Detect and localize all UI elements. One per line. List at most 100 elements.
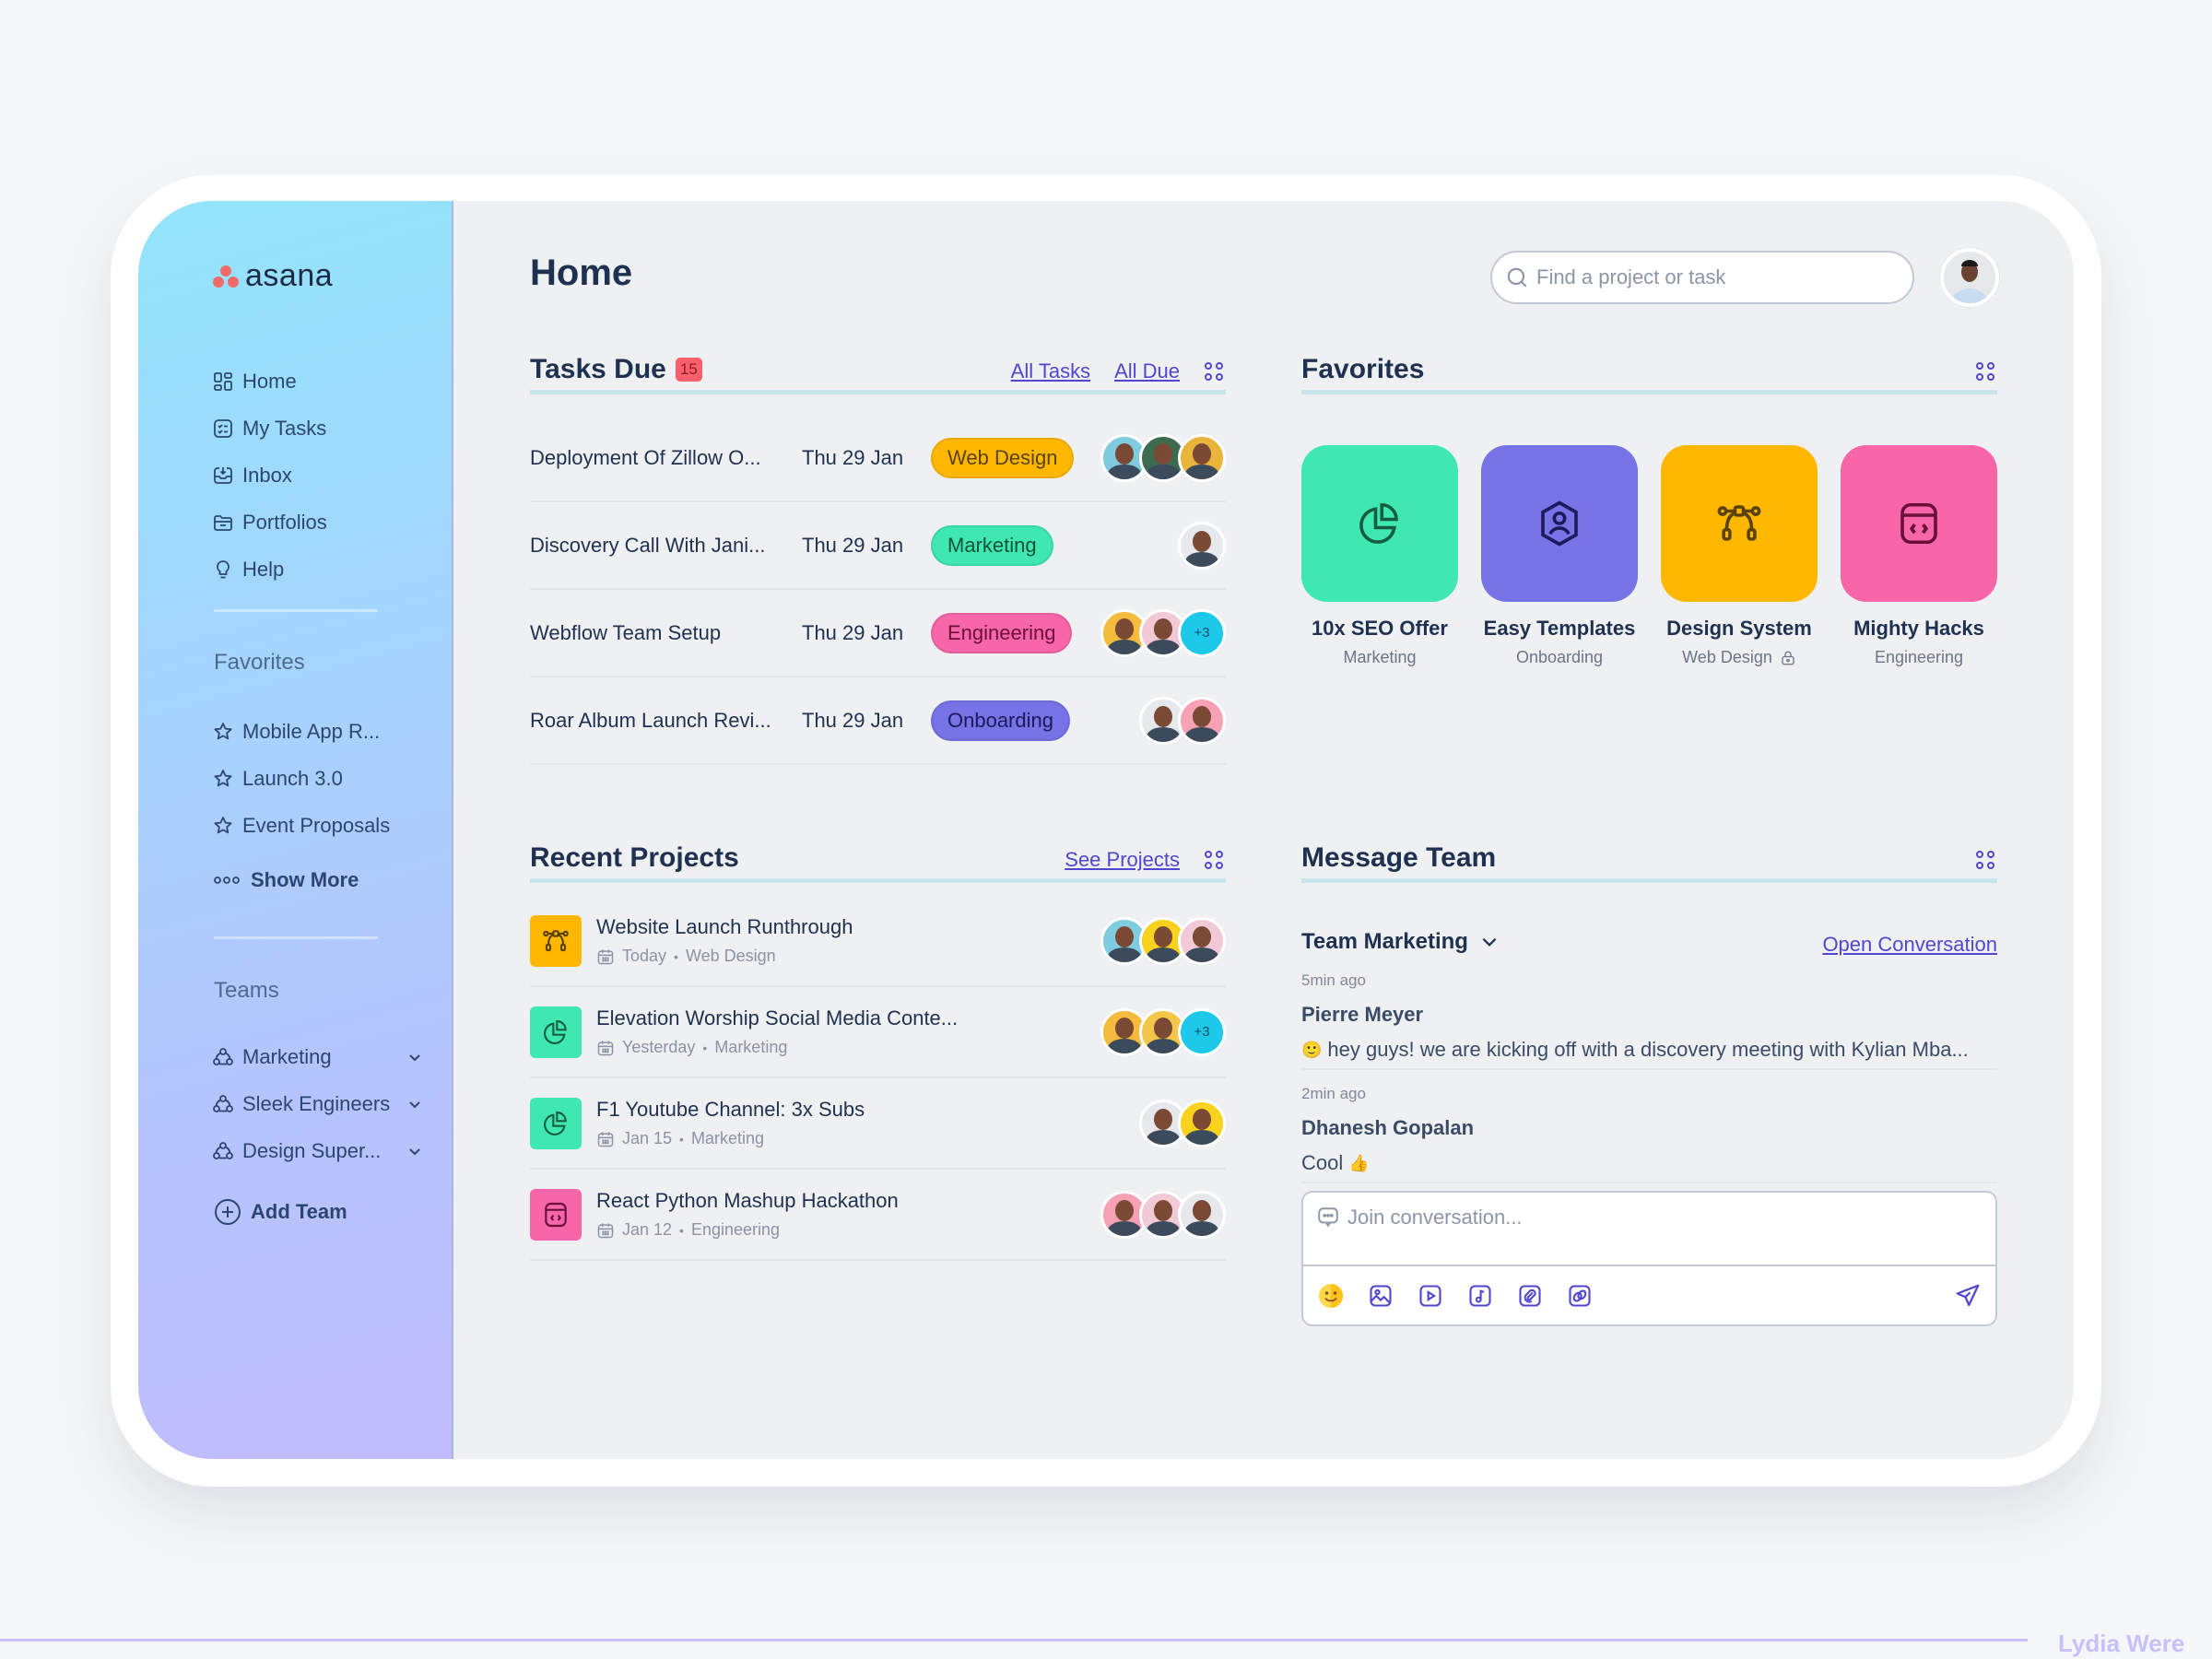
- sidebar-favorite-item[interactable]: Launch 3.0: [212, 755, 390, 802]
- task-tag[interactable]: Engineering: [931, 612, 1073, 653]
- show-more-label: Show More: [251, 868, 359, 891]
- task-row[interactable]: Roar Album Launch Revi... Thu 29 Jan Onb…: [530, 677, 1226, 765]
- all-due-link[interactable]: All Due: [1114, 359, 1180, 383]
- teams-section-label: Teams: [214, 978, 279, 1003]
- add-team-label: Add Team: [251, 1200, 347, 1223]
- drag-handle-icon[interactable]: [1975, 361, 1995, 382]
- composer-input-area[interactable]: [1303, 1193, 1995, 1266]
- chevron-down-icon: [1482, 937, 1497, 947]
- favorites-header: Favorites: [1301, 348, 1997, 394]
- composer-toolbar: [1316, 1280, 1983, 1312]
- asana-logo[interactable]: asana: [212, 258, 333, 294]
- team-selector-dropdown[interactable]: Team Marketing: [1301, 929, 1500, 955]
- tasks-due-title-text: Tasks Due: [530, 354, 666, 384]
- favorite-card[interactable]: 10x SEO Offer Marketing: [1301, 445, 1458, 667]
- task-tag[interactable]: Marketing: [931, 524, 1053, 566]
- task-row[interactable]: Deployment Of Zillow O... Thu 29 Jan Web…: [530, 415, 1226, 502]
- favorite-card[interactable]: Design System Web Design: [1661, 445, 1818, 667]
- composer-input[interactable]: [1347, 1206, 1900, 1230]
- inbox-icon: [214, 466, 232, 484]
- more-members-avatar[interactable]: +3: [1178, 608, 1226, 657]
- video-button[interactable]: [1416, 1281, 1445, 1311]
- sidebar-team-item[interactable]: Marketing: [212, 1033, 424, 1080]
- message-team-title: Message Team: [1301, 842, 1497, 873]
- add-team-button[interactable]: Add Team: [214, 1198, 347, 1226]
- attachment-button[interactable]: [1515, 1281, 1545, 1311]
- sidebar-team-item[interactable]: Design Super...: [212, 1127, 424, 1174]
- show-more-button[interactable]: Show More: [214, 868, 359, 892]
- link-icon: [1569, 1285, 1591, 1307]
- message-body: Cool: [1301, 1151, 1344, 1174]
- favorite-card[interactable]: Easy Templates Onboarding: [1481, 445, 1638, 667]
- message-time: 2min ago: [1301, 1085, 1366, 1102]
- task-name: Roar Album Launch Revi...: [530, 708, 771, 732]
- avatar[interactable]: [1178, 521, 1226, 570]
- sidebar-favorite-item[interactable]: Event Proposals: [212, 802, 390, 849]
- sidebar-item-my-tasks[interactable]: My Tasks: [212, 405, 327, 452]
- task-tag[interactable]: Onboarding: [931, 700, 1070, 741]
- link-button[interactable]: [1565, 1281, 1594, 1311]
- sidebar-item-label: Portfolios: [242, 510, 327, 534]
- favorite-tile: [1661, 445, 1818, 602]
- task-row[interactable]: Webflow Team Setup Thu 29 Jan Engineerin…: [530, 590, 1226, 677]
- search-bar[interactable]: [1490, 251, 1914, 304]
- user-avatar[interactable]: [1940, 248, 1999, 307]
- favorite-team: Onboarding: [1481, 648, 1638, 667]
- drag-handle-icon[interactable]: [1975, 850, 1995, 870]
- avatar[interactable]: [1178, 433, 1226, 482]
- favorite-tile: [1841, 445, 1997, 602]
- favorite-card[interactable]: Mighty Hacks Engineering: [1841, 445, 1997, 667]
- task-assignees: [1139, 696, 1226, 745]
- sidebar-item-portfolios[interactable]: Portfolios: [212, 499, 327, 546]
- drag-handle-icon[interactable]: [1204, 850, 1224, 870]
- favorite-team: Marketing: [1301, 648, 1458, 667]
- sidebar-item-home[interactable]: Home: [212, 358, 327, 405]
- image-button[interactable]: [1366, 1281, 1395, 1311]
- chevron-down-icon[interactable]: [406, 1142, 424, 1160]
- project-row[interactable]: Website Launch Runthrough Today • Web De…: [530, 896, 1226, 987]
- avatar[interactable]: [1178, 1099, 1226, 1147]
- favorites-title: Favorites: [1301, 354, 1425, 384]
- message-time: 5min ago: [1301, 971, 1366, 989]
- music-button[interactable]: [1465, 1281, 1495, 1311]
- calendar-icon: [597, 1223, 614, 1238]
- sidebar-favorite-item[interactable]: Mobile App R...: [212, 708, 390, 755]
- project-members: +3: [1100, 1007, 1226, 1056]
- open-conversation-link[interactable]: Open Conversation: [1822, 933, 1997, 957]
- see-projects-link[interactable]: See Projects: [1065, 848, 1180, 872]
- message-author: Dhanesh Gopalan: [1301, 1116, 1475, 1139]
- project-team: Marketing: [714, 1038, 788, 1056]
- bullet-separator: •: [702, 1040, 708, 1055]
- task-due-date: Thu 29 Jan: [802, 620, 904, 644]
- sidebar-item-help[interactable]: Help: [212, 546, 327, 593]
- avatar[interactable]: [1178, 696, 1226, 745]
- project-row[interactable]: React Python Mashup Hackathon Jan 12 • E…: [530, 1170, 1226, 1261]
- folder-icon: [214, 514, 232, 531]
- tasks-due-title: Tasks Due 15: [530, 354, 702, 385]
- user-avatar-image: [1944, 252, 1995, 303]
- sidebar-item-label: Help: [242, 557, 285, 581]
- sidebar-item-inbox[interactable]: Inbox: [212, 452, 327, 499]
- message-team-panel: Message Team Team Marketing Open Convers…: [1301, 837, 1997, 1335]
- project-date: Today: [622, 947, 667, 965]
- chevron-down-icon[interactable]: [406, 1095, 424, 1113]
- send-button[interactable]: [1953, 1281, 1983, 1311]
- image-icon: [1370, 1285, 1392, 1307]
- task-row[interactable]: Discovery Call With Jani... Thu 29 Jan M…: [530, 502, 1226, 590]
- logo-text: asana: [245, 258, 334, 293]
- avatar[interactable]: [1178, 916, 1226, 965]
- favorite-tile: [1301, 445, 1458, 602]
- project-row[interactable]: F1 Youtube Channel: 3x Subs Jan 15 • Mar…: [530, 1078, 1226, 1170]
- drag-handle-icon[interactable]: [1204, 361, 1224, 382]
- task-tag[interactable]: Web Design: [931, 437, 1075, 478]
- chevron-down-icon[interactable]: [406, 1048, 424, 1066]
- search-input[interactable]: [1536, 265, 1887, 289]
- more-members-avatar[interactable]: +3: [1178, 1007, 1226, 1056]
- project-icon-tile: [530, 1006, 582, 1058]
- pie-chart-icon: [1355, 499, 1405, 548]
- project-row[interactable]: Elevation Worship Social Media Conte... …: [530, 987, 1226, 1078]
- avatar[interactable]: [1178, 1190, 1226, 1239]
- sidebar-team-item[interactable]: Sleek Engineers: [212, 1080, 424, 1127]
- all-tasks-link[interactable]: All Tasks: [1011, 359, 1090, 383]
- emoji-button[interactable]: [1316, 1281, 1346, 1311]
